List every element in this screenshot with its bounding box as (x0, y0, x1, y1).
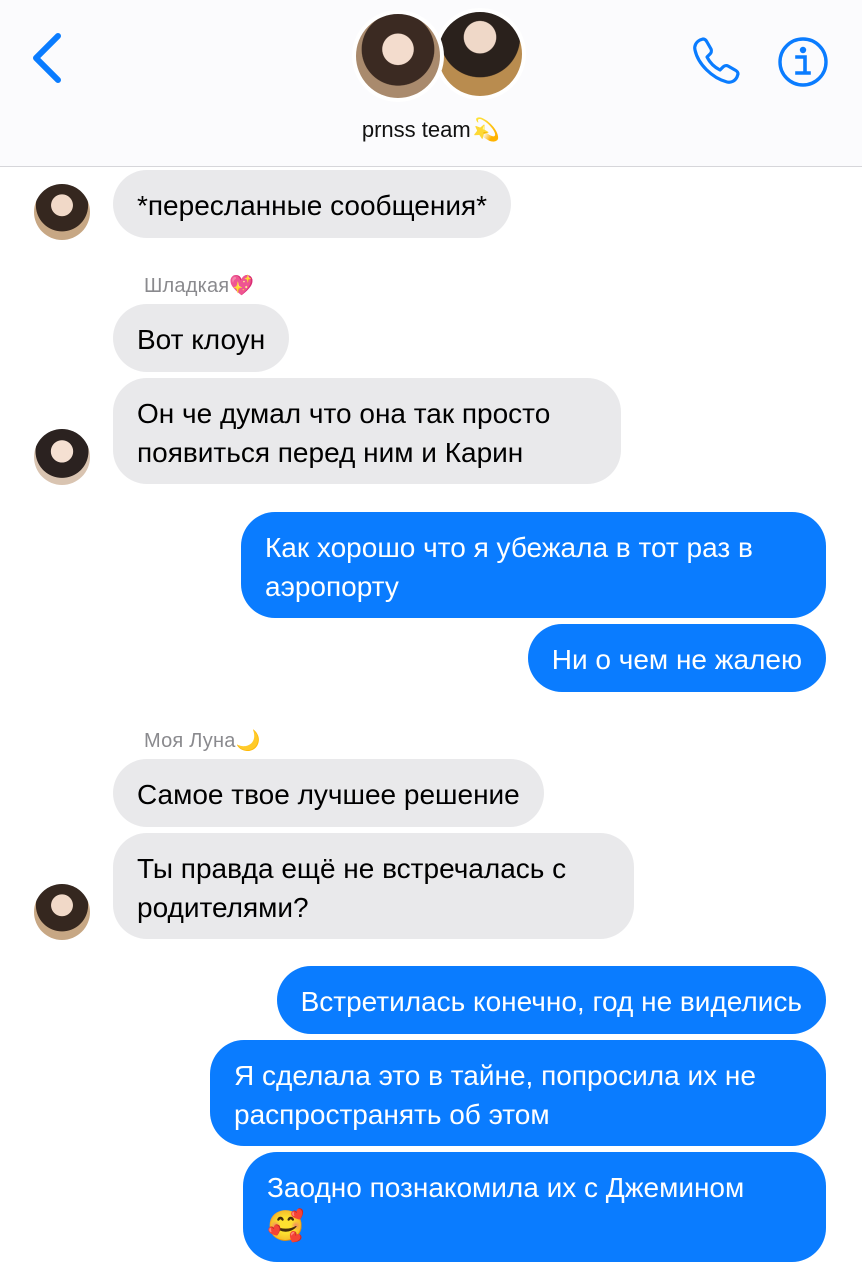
member-avatar (352, 10, 444, 102)
message-bubble-outgoing[interactable]: Как хорошо что я убежала в тот раз в аэр… (241, 512, 826, 618)
message-text: Самое твое лучшее решение (137, 779, 520, 810)
message-text: Он че думал что она так просто (137, 398, 551, 429)
message-bubble-outgoing[interactable]: Встретилась конечно, год не виделись (276, 966, 826, 1034)
smiling-face-with-hearts-emoji: 🥰 (267, 1210, 305, 1243)
member-avatar (434, 8, 526, 100)
message-bubble-incoming[interactable]: Ты правда ещё не встречалась с родителям… (113, 833, 634, 939)
group-title[interactable]: prnss team💫 (0, 117, 862, 143)
sender-avatar[interactable] (34, 429, 90, 485)
message-text: Вот клоун (137, 324, 266, 355)
sender-avatar[interactable] (34, 884, 90, 940)
sender-avatar[interactable] (34, 184, 90, 240)
group-title-text: prnss team (361, 117, 471, 142)
message-bubble-outgoing[interactable]: Я сделала это в тайне, попросила их не р… (210, 1040, 826, 1146)
sender-name-text: Шладкая (144, 275, 230, 297)
message-bubble-incoming[interactable]: Он че думал что она так просто появиться… (113, 378, 621, 484)
message-text: Я сделала это в тайне, попросила их не (234, 1060, 756, 1091)
message-text: Как хорошо что я убежала в тот раз в (265, 532, 753, 563)
info-icon (778, 37, 828, 87)
sparkling-heart-emoji: 💖 (229, 275, 255, 297)
dizzy-emoji: 💫 (472, 117, 501, 142)
message-bubble-outgoing[interactable]: Ни о чем не жалею (527, 624, 826, 692)
message-text: Ты правда ещё не встречалась с (137, 853, 567, 884)
message-text: Заодно познакомила их с Джемином (267, 1172, 745, 1203)
chevron-left-icon (33, 33, 61, 83)
message-bubble-incoming[interactable]: Самое твое лучшее решение (113, 759, 544, 827)
audio-call-button[interactable] (690, 34, 744, 88)
message-bubble-incoming[interactable]: *пересланные сообщения* (113, 170, 512, 238)
message-text: Ни о чем не жалею (551, 644, 802, 675)
message-text: распространять об этом (234, 1099, 550, 1130)
phone-icon (693, 37, 740, 84)
group-avatar[interactable] (352, 8, 526, 102)
message-text: аэропорту (265, 571, 399, 602)
message-text: Встретилась конечно, год не виделись (300, 986, 802, 1017)
message-text: появиться перед ним и Карин (137, 437, 524, 468)
sender-name: Шладкая💖 (144, 273, 254, 298)
back-button[interactable] (28, 32, 68, 84)
sender-name-text: Моя Луна (144, 730, 236, 752)
info-button[interactable] (777, 36, 829, 88)
message-bubble-incoming[interactable]: Вот клоун (113, 304, 290, 372)
message-text: родителями? (137, 892, 309, 923)
message-bubble-outgoing[interactable]: Заодно познакомила их с Джемином 🥰 (243, 1152, 826, 1262)
sender-name: Моя Луна🌙 (144, 728, 261, 753)
chat-header: prnss team💫 (0, 0, 862, 167)
message-text: *пересланные сообщения* (137, 190, 488, 221)
crescent-moon-emoji: 🌙 (235, 730, 261, 752)
